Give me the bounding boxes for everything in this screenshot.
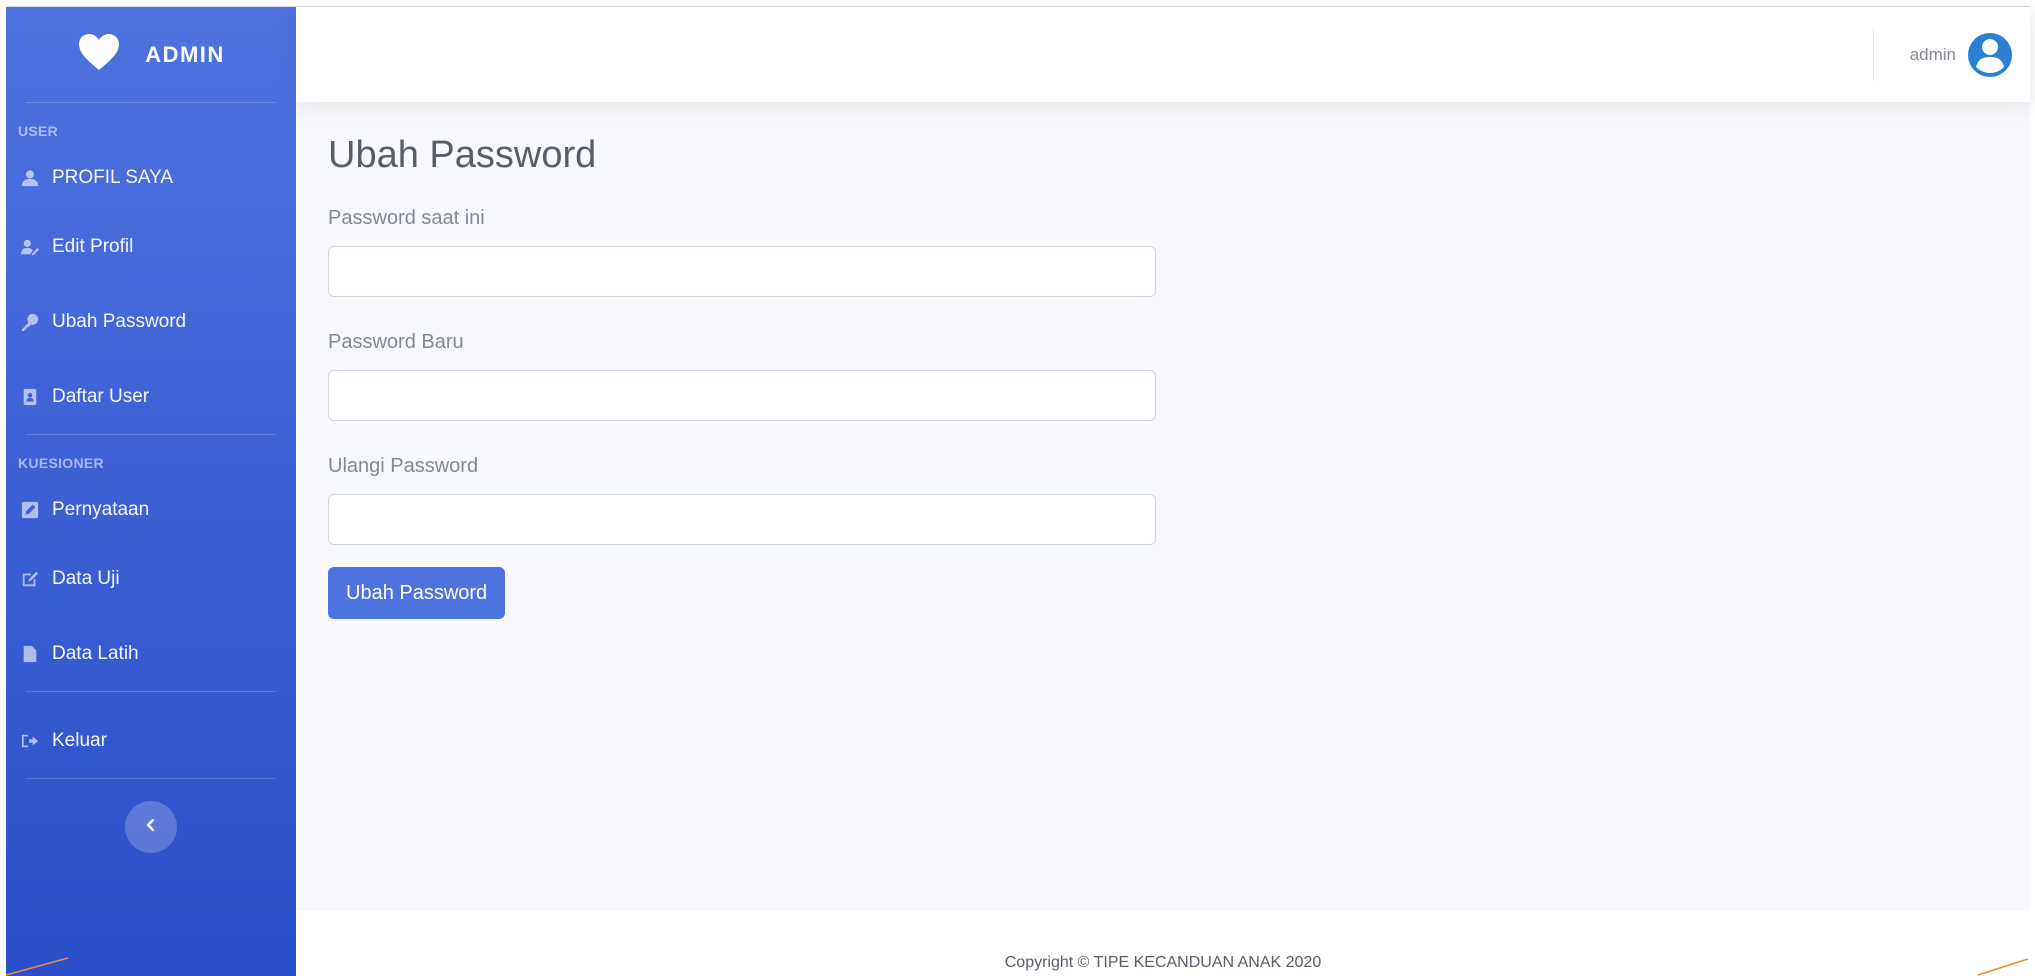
- sidebar-item-daftar-user[interactable]: Daftar User: [6, 359, 296, 434]
- sidebar-item-label: Pernyataan: [52, 499, 150, 520]
- sidebar-brand[interactable]: ADMIN: [6, 7, 296, 102]
- brand-text: ADMIN: [145, 41, 225, 67]
- user-circle-icon: [1968, 33, 2012, 77]
- page-title: Ubah Password: [328, 134, 597, 176]
- repeat-password-input[interactable]: [328, 494, 1156, 545]
- pencil-square-icon: [20, 569, 40, 589]
- footer: Copyright © TIPE KECANDUAN ANAK 2020: [296, 911, 2030, 976]
- decorative-line: [1977, 958, 2029, 976]
- user-edit-icon: [20, 237, 40, 257]
- topbar-divider: [1872, 28, 1874, 81]
- sidebar-item-label: Ubah Password: [52, 310, 187, 332]
- decorative-line: [6, 957, 69, 976]
- app-frame: ADMIN USER PROFIL SAYA Edit Profil Ubah …: [6, 6, 2030, 976]
- sidebar-item-label: Daftar User: [52, 385, 150, 407]
- sidebar-item-edit-profil[interactable]: Edit Profil: [6, 209, 296, 284]
- current-password-label: Password saat ini: [328, 207, 485, 229]
- sidebar-heading-kuesioner: KUESIONER: [18, 455, 104, 471]
- sidebar-item-data-latih[interactable]: Data Latih: [6, 616, 296, 691]
- heart-icon: [77, 32, 121, 78]
- sidebar-item-data-uji[interactable]: Data Uji: [6, 541, 296, 616]
- sidebar-item-label: PROFIL SAYA: [52, 167, 174, 188]
- topbar: admin: [296, 7, 2030, 102]
- sidebar: ADMIN USER PROFIL SAYA Edit Profil Ubah …: [6, 7, 296, 976]
- current-password-input[interactable]: [328, 246, 1156, 297]
- sidebar-item-label: Keluar: [52, 730, 107, 751]
- user-icon: [20, 168, 40, 188]
- sidebar-item-ubah-password[interactable]: Ubah Password: [6, 284, 296, 359]
- copyright-text: Copyright © TIPE KECANDUAN ANAK 2020: [1004, 954, 1322, 971]
- topbar-user-name[interactable]: admin: [1910, 45, 1956, 65]
- sidebar-item-pernyataan[interactable]: Pernyataan: [6, 479, 296, 541]
- page-content: Ubah Password Password saat ini Password…: [296, 102, 2030, 911]
- sign-out-icon: [20, 731, 40, 751]
- main-area: admin Ubah Password Password saat ini Pa…: [296, 7, 2030, 976]
- sidebar-item-label: Data Latih: [52, 642, 139, 664]
- sidebar-heading-user: USER: [18, 123, 59, 139]
- sidebar-item-keluar[interactable]: Keluar: [6, 704, 296, 778]
- repeat-password-label: Ulangi Password: [328, 455, 479, 477]
- chevron-left-icon: [144, 818, 158, 837]
- address-book-icon: [20, 387, 40, 407]
- avatar[interactable]: [1968, 32, 2012, 77]
- change-password-button[interactable]: Ubah Password: [328, 567, 506, 619]
- edit-square-icon: [20, 500, 40, 520]
- new-password-input[interactable]: [328, 370, 1156, 421]
- sidebar-item-label: Edit Profil: [52, 235, 134, 257]
- key-icon: [20, 312, 40, 332]
- sidebar-item-profil-saya[interactable]: PROFIL SAYA: [6, 147, 296, 209]
- sidebar-toggle-button[interactable]: [125, 801, 177, 853]
- new-password-label: Password Baru: [328, 331, 464, 353]
- file-icon: [20, 644, 40, 664]
- sidebar-item-label: Data Uji: [52, 567, 120, 589]
